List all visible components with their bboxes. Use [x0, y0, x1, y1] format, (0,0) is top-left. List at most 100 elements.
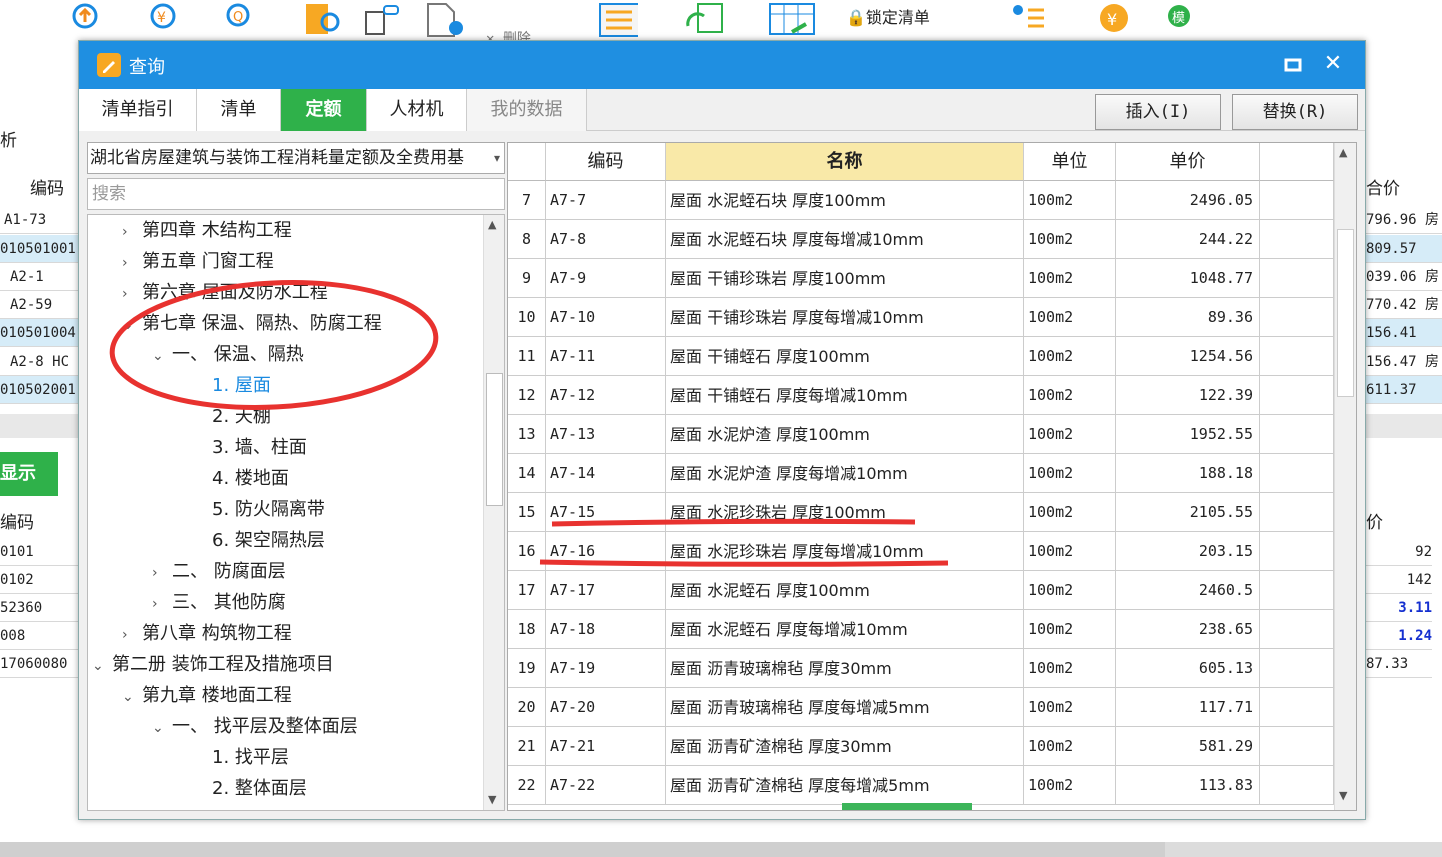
cell-name[interactable]: 屋面 水泥蛭石 厚度每增减10mm [666, 610, 1024, 649]
cell-unit[interactable]: 100m2 [1024, 337, 1116, 376]
bg-row[interactable]: 0102 [0, 566, 78, 594]
table-row[interactable]: 19 A7-19 屋面 沥青玻璃棉毡 厚度30mm 100m2 605.13 [508, 649, 1334, 688]
tab-quota[interactable]: 定额 [281, 89, 367, 131]
cell-unit[interactable]: 100m2 [1024, 766, 1116, 805]
bg-row[interactable]: 809.57 [1366, 235, 1442, 263]
grid-scrollbar-thumb[interactable] [1337, 229, 1354, 397]
bg-row[interactable]: 010501004 [0, 319, 78, 347]
cell-no[interactable]: 15 [508, 493, 546, 532]
code-header[interactable]: 编码 [546, 143, 666, 181]
cell-unit[interactable]: 100m2 [1024, 259, 1116, 298]
cell-no[interactable]: 19 [508, 649, 546, 688]
cell-price[interactable]: 2460.5 [1116, 571, 1260, 610]
cell-name[interactable]: 屋面 沥青玻璃棉毡 厚度30mm [666, 649, 1024, 688]
cell-name[interactable]: 屋面 干铺珍珠岩 厚度每增减10mm [666, 298, 1024, 337]
bg-row[interactable]: A1-73 [0, 206, 78, 234]
dialog-titlebar[interactable]: 查询 ✕ [79, 41, 1365, 89]
cell-no[interactable]: 16 [508, 532, 546, 571]
table-row[interactable]: 9 A7-9 屋面 干铺珍珠岩 厚度100mm 100m2 1048.77 [508, 259, 1334, 298]
coin-icon[interactable]: ¥ [1094, 2, 1128, 34]
close-button[interactable]: ✕ [1319, 51, 1347, 79]
cell-unit[interactable]: 100m2 [1024, 220, 1116, 259]
tab-labor-material[interactable]: 人材机 [367, 89, 467, 131]
cell-unit[interactable]: 100m2 [1024, 298, 1116, 337]
bg-row[interactable]: A2-8 HC [0, 348, 78, 376]
table-row[interactable]: 13 A7-13 屋面 水泥炉渣 厚度100mm 100m2 1952.55 [508, 415, 1334, 454]
table-row[interactable]: 21 A7-21 屋面 沥青矿渣棉毡 厚度30mm 100m2 581.29 [508, 727, 1334, 766]
table-row[interactable]: 12 A7-12 屋面 干铺蛭石 厚度每增减10mm 100m2 122.39 [508, 376, 1334, 415]
bg-row[interactable]: 156.47 房 [1366, 348, 1442, 376]
tab-my-data[interactable]: 我的数据 [467, 89, 587, 131]
cell-code[interactable]: A7-12 [546, 376, 666, 415]
maximize-button[interactable] [1279, 53, 1307, 77]
cell-code[interactable]: A7-22 [546, 766, 666, 805]
cell-price[interactable]: 1254.56 [1116, 337, 1260, 376]
table-row[interactable]: 20 A7-20 屋面 沥青玻璃棉毡 厚度每增减5mm 100m2 117.71 [508, 688, 1334, 727]
bg-row[interactable]: 156.41 [1366, 319, 1442, 347]
cell-code[interactable]: A7-21 [546, 727, 666, 766]
cell-code[interactable]: A7-13 [546, 415, 666, 454]
tree-node[interactable]: ⌄ 第二册 装饰工程及措施项目 [92, 649, 334, 680]
tree-node[interactable]: › 第六章 屋面及防水工程 [122, 277, 328, 308]
tree-node-selected[interactable]: 1. 屋面 [212, 370, 271, 401]
cell-name[interactable]: 屋面 干铺珍珠岩 厚度100mm [666, 259, 1024, 298]
grid-collapse-handle[interactable] [842, 803, 972, 810]
name-header[interactable]: 名称 [666, 143, 1024, 181]
bg-row[interactable]: 87.33 [1366, 650, 1432, 678]
bg-row[interactable]: 92 [1366, 538, 1432, 566]
tree-node[interactable]: › 第五章 门窗工程 [122, 246, 274, 277]
tree-scrollbar[interactable]: ▲ ▼ [483, 215, 504, 810]
bg-row[interactable]: 770.42 房 [1366, 291, 1442, 319]
bg-row[interactable]: 039.06 房 [1366, 263, 1442, 291]
cell-name[interactable]: 屋面 水泥蛭石块 厚度100mm [666, 181, 1024, 220]
cell-code[interactable]: A7-15 [546, 493, 666, 532]
cell-no[interactable]: 22 [508, 766, 546, 805]
tree-node[interactable]: › 第八章 构筑物工程 [122, 618, 292, 649]
bg-row[interactable]: 611.37 [1366, 376, 1442, 404]
cell-price[interactable]: 122.39 [1116, 376, 1260, 415]
bg-row[interactable]: A2-1 [0, 263, 78, 291]
insert-button[interactable]: 插入(I) [1095, 94, 1221, 130]
add-doc-icon[interactable] [424, 2, 463, 37]
cell-unit[interactable]: 100m2 [1024, 415, 1116, 454]
table-row[interactable]: 18 A7-18 屋面 水泥蛭石 厚度每增减10mm 100m2 238.65 [508, 610, 1334, 649]
lock-list-button[interactable]: 🔒锁定清单 [846, 4, 930, 28]
tree-node[interactable]: ⌄ 一、 找平层及整体面层 [152, 711, 358, 742]
cell-name[interactable]: 屋面 沥青玻璃棉毡 厚度每增减5mm [666, 688, 1024, 727]
list-icon[interactable] [598, 2, 641, 37]
cell-no[interactable]: 14 [508, 454, 546, 493]
table-row[interactable]: 8 A7-8 屋面 水泥蛭石块 厚度每增减10mm 100m2 244.22 [508, 220, 1334, 259]
cell-code[interactable]: A7-7 [546, 181, 666, 220]
cell-price[interactable]: 203.15 [1116, 532, 1260, 571]
bg-row[interactable]: A2-59 [0, 291, 78, 319]
cell-name[interactable]: 屋面 水泥炉渣 厚度100mm [666, 415, 1024, 454]
cell-code[interactable]: A7-16 [546, 532, 666, 571]
cell-code[interactable]: A7-20 [546, 688, 666, 727]
tree-node[interactable]: 2. 整体面层 [212, 773, 307, 804]
tab-list-guide[interactable]: 清单指引 [79, 89, 197, 131]
cell-unit[interactable]: 100m2 [1024, 493, 1116, 532]
table-row[interactable]: 15 A7-15 屋面 水泥珍珠岩 厚度100mm 100m2 2105.55 [508, 493, 1334, 532]
bg-row[interactable]: 1.24 [1366, 622, 1432, 650]
money-icon[interactable]: ¥ [146, 2, 180, 34]
tree-node[interactable]: 5. 防火隔离带 [212, 494, 325, 525]
scroll-down-icon[interactable]: ▼ [488, 793, 496, 806]
cell-name[interactable]: 屋面 水泥珍珠岩 厚度每增减10mm [666, 532, 1024, 571]
cell-price[interactable]: 89.36 [1116, 298, 1260, 337]
cell-price[interactable]: 581.29 [1116, 727, 1260, 766]
cell-name[interactable]: 屋面 干铺蛭石 厚度100mm [666, 337, 1024, 376]
bg-row[interactable]: 010502001 [0, 376, 78, 404]
cell-price[interactable]: 244.22 [1116, 220, 1260, 259]
cell-no[interactable]: 17 [508, 571, 546, 610]
cell-name[interactable]: 屋面 水泥蛭石 厚度100mm [666, 571, 1024, 610]
bg-row[interactable]: 17060080 [0, 650, 78, 678]
sync-icon[interactable] [684, 2, 723, 34]
tree-node[interactable]: 6. 架空隔热层 [212, 525, 325, 556]
cell-no[interactable]: 21 [508, 727, 546, 766]
cell-price[interactable]: 2105.55 [1116, 493, 1260, 532]
cell-unit[interactable]: 100m2 [1024, 532, 1116, 571]
tree-node[interactable]: 2. 天棚 [212, 401, 271, 432]
analysis-tab[interactable]: 析 [0, 126, 17, 151]
cell-name[interactable]: 屋面 沥青矿渣棉毡 厚度30mm [666, 727, 1024, 766]
cell-code[interactable]: A7-19 [546, 649, 666, 688]
